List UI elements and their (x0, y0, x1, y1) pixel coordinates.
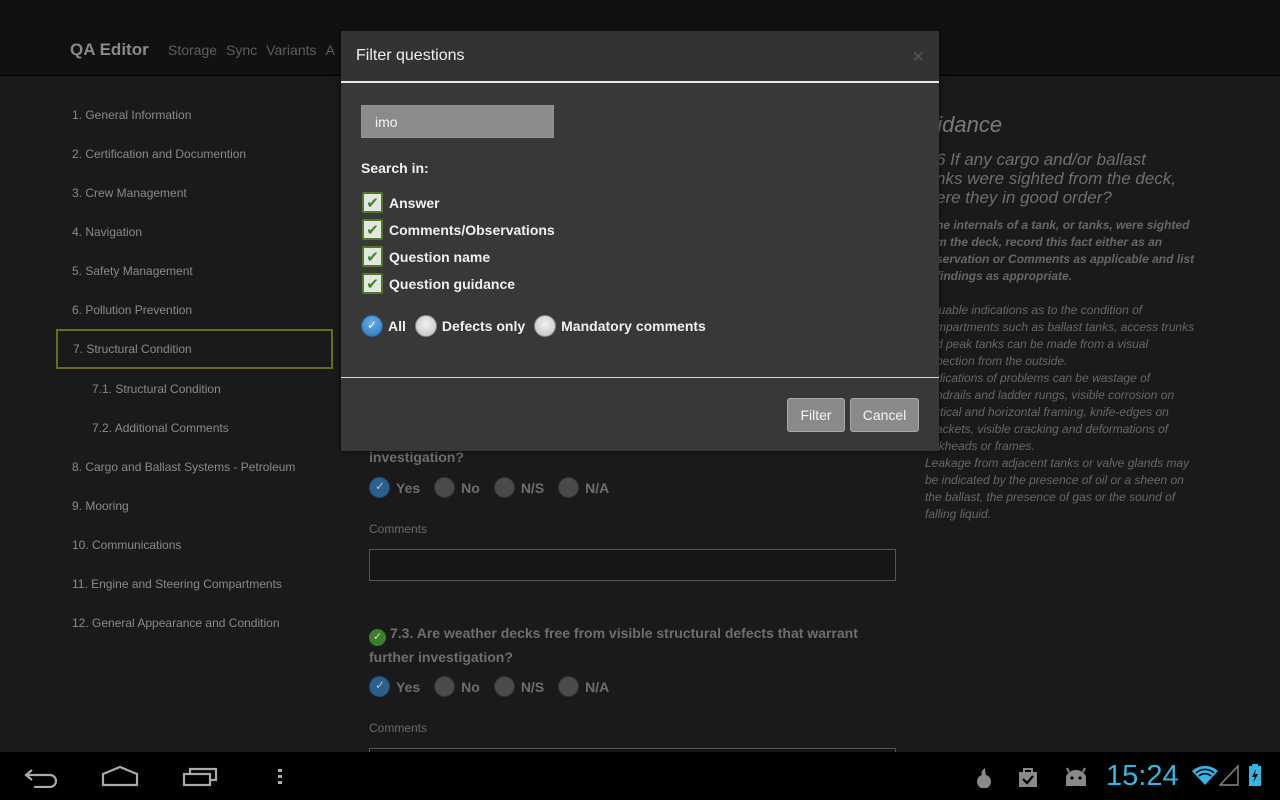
radio-icon (434, 676, 456, 697)
dialog-title: Filter questions (356, 47, 465, 64)
android-icon[interactable] (1063, 766, 1089, 788)
sidebar-item[interactable]: 12. General Appearance and Condition (56, 603, 333, 642)
store-icon[interactable] (1017, 766, 1039, 788)
sidebar-item[interactable]: 10. Communications (56, 525, 333, 564)
checkbox-question-guidance[interactable]: ✔ Question guidance (362, 270, 555, 297)
close-icon[interactable]: ✕ (912, 47, 925, 67)
search-in-checkboxes: ✔ Answer ✔ Comments/Observations ✔ Question… (362, 189, 555, 297)
sidebar-item[interactable]: 3. Crew Management (56, 173, 333, 212)
answer-no[interactable]: No (434, 676, 480, 697)
filter-button[interactable]: Filter (787, 398, 845, 432)
sidebar-item-active[interactable]: 7. Structural Condition (56, 329, 333, 369)
answer-group: Yes No N/S N/A (369, 676, 615, 697)
app-title: QA Editor (70, 40, 149, 59)
radio-defects-only[interactable]: Defects only (414, 315, 525, 337)
radio-icon (534, 315, 557, 337)
checkbox-checked-icon: ✔ (362, 219, 383, 240)
radio-icon (558, 676, 580, 697)
clock: 15:24 (1106, 760, 1179, 792)
radio-icon (493, 676, 515, 697)
filter-dialog: Filter questions ✕ Search in: ✔Answer ✔C… (341, 31, 939, 451)
comments-label: Comments (369, 721, 428, 735)
nav-more[interactable]: A (326, 42, 335, 58)
sidebar-item[interactable]: 5. Safety Management (56, 251, 333, 290)
nav-storage[interactable]: Storage (168, 42, 217, 58)
checkbox-checked-icon: ✔ (362, 192, 383, 213)
nav-sync[interactable]: Sync (226, 42, 257, 58)
notification-drop-icon[interactable] (972, 766, 992, 788)
comments-input[interactable] (369, 549, 896, 581)
back-icon[interactable] (22, 764, 60, 788)
sidebar-item[interactable]: 4. Navigation (56, 212, 333, 251)
system-bar: 15:24 (0, 752, 1280, 800)
radio-selected-icon (361, 315, 383, 337)
checkbox-checked-icon: ✔ (362, 273, 383, 294)
signal-icon (1219, 764, 1239, 786)
sidebar-item[interactable]: 1. General Information (56, 95, 333, 134)
sidebar-subitem[interactable]: 7.2. Additional Comments (56, 408, 333, 447)
menu-icon[interactable] (276, 764, 284, 788)
search-in-label: Search in: (361, 160, 429, 176)
dialog-divider (341, 377, 939, 378)
sidebar-subitem[interactable]: 7.1. Structural Condition (56, 369, 333, 408)
guidance-body-leakage: Leakage from adjacent tanks or valve gla… (925, 456, 1190, 521)
battery-charging-icon (1249, 764, 1261, 786)
nav-variants[interactable]: Variants (266, 42, 316, 58)
section-sidebar: 1. General Information 2. Certification … (56, 95, 333, 642)
sidebar-item[interactable]: 11. Engine and Steering Compartments (56, 564, 333, 603)
checkbox-checked-icon: ✔ (362, 246, 383, 267)
check-circle-icon: ✓ (369, 629, 386, 646)
radio-icon (558, 477, 580, 498)
answer-group: Yes No N/S N/A (369, 477, 615, 498)
checkbox-question-name[interactable]: ✔ Question name (362, 243, 555, 270)
wifi-icon (1192, 765, 1218, 785)
home-icon[interactable] (100, 764, 140, 788)
sidebar-item[interactable]: 8. Cargo and Ballast Systems - Petroleum (56, 447, 333, 486)
guidance-question: 6 If any cargo and/or ballast nks were s… (936, 150, 1177, 207)
cancel-button[interactable]: Cancel (850, 398, 919, 432)
question-text: ✓ 7.3. Are weather decks free from visibl… (369, 625, 858, 665)
answer-yes[interactable]: Yes (369, 477, 420, 498)
radio-all[interactable]: All (361, 315, 406, 337)
answer-na[interactable]: N/A (558, 477, 609, 498)
screen: QA Editor Storage Sync Variants A 1. Gen… (0, 0, 1280, 800)
radio-selected-icon (369, 477, 390, 498)
recent-apps-icon[interactable] (182, 764, 220, 788)
guidance-body: luable indications as to the condition o… (936, 303, 1195, 453)
checkbox-comments[interactable]: ✔ Comments/Observations (362, 216, 555, 243)
dialog-header: Filter questions ✕ (341, 31, 939, 83)
sidebar-item[interactable]: 9. Mooring (56, 486, 333, 525)
sidebar-item[interactable]: 6. Pollution Prevention (56, 290, 333, 329)
comments-label: Comments (369, 522, 428, 536)
guidance-bold-text: he internals of a tank, or tanks, were s… (936, 218, 1195, 283)
answer-na[interactable]: N/A (558, 676, 609, 697)
search-input[interactable] (361, 105, 554, 138)
answer-ns[interactable]: N/S (493, 477, 544, 498)
filter-mode-radios: All Defects only Mandatory comments (361, 315, 715, 337)
answer-yes[interactable]: Yes (369, 676, 420, 697)
radio-selected-icon (369, 676, 390, 697)
checkbox-answer[interactable]: ✔ Answer (362, 189, 555, 216)
sidebar-item[interactable]: 2. Certification and Documention (56, 134, 333, 173)
radio-icon (493, 477, 515, 498)
answer-no[interactable]: No (434, 477, 480, 498)
radio-icon (414, 315, 437, 337)
radio-icon (434, 477, 456, 498)
nav-links: Storage Sync Variants A (168, 42, 335, 58)
radio-mandatory-comments[interactable]: Mandatory comments (534, 315, 706, 337)
answer-ns[interactable]: N/S (493, 676, 544, 697)
